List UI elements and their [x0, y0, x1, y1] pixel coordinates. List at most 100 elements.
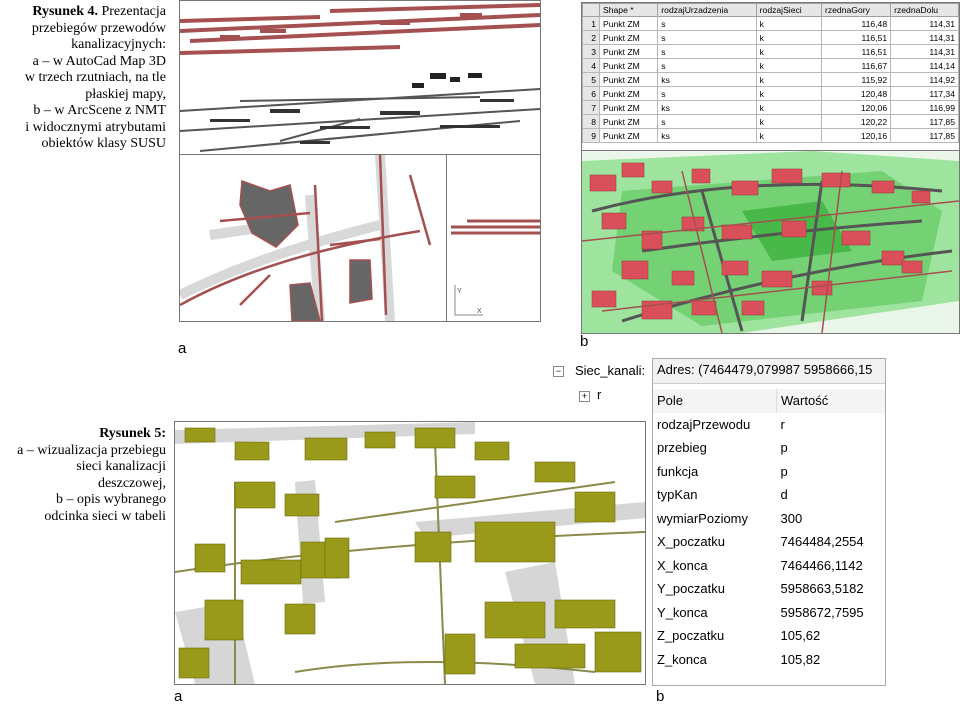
table-row[interactable]: 1 Punkt ZM s k 116,48 114,31	[582, 16, 959, 31]
figure4-caption-line: a – w AutoCad Map 3D	[32, 53, 166, 69]
column-header[interactable]: Pole	[653, 389, 777, 413]
table-row[interactable]: 7 Punkt ZM ks k 120,06 116,99	[582, 100, 959, 115]
table-cell: 114,92	[890, 72, 959, 87]
table-row[interactable]: funkcja p	[653, 460, 885, 484]
plan-map-view	[180, 155, 432, 321]
table-cell: 116,48	[820, 16, 892, 31]
field-name: Z_poczatku	[657, 628, 725, 644]
address-readout: Adres: (7464479,079987 5958666,15	[657, 362, 873, 377]
table-cell: Punkt ZM	[598, 30, 659, 45]
table-cell: s	[657, 86, 757, 101]
table-cell: Punkt ZM	[598, 44, 659, 59]
table-row[interactable]: 6 Punkt ZM s k 120,48 117,34	[582, 86, 959, 101]
table-row[interactable]: 5 Punkt ZM ks k 115,92 114,92	[582, 72, 959, 87]
figure5-sublabel-a: a	[174, 688, 183, 705]
field-value: 7464484,2554	[780, 534, 864, 550]
table-row[interactable]: Z_konca 105,82	[653, 648, 885, 672]
figure5-caption-line: odcinka sieci w tabeli	[44, 508, 166, 524]
properties-table: Pole Wartość rodzajPrzewodu r przebieg p f…	[653, 389, 885, 671]
table-cell: s	[657, 114, 757, 129]
table-cell: Punkt ZM	[598, 72, 659, 87]
table-row[interactable]: przebieg p	[653, 436, 885, 460]
table-row[interactable]: 8 Punkt ZM s k 120,22 117,85	[582, 114, 959, 129]
figure4-caption-line: płaskiej mapy,	[85, 86, 166, 102]
field-name: typKan	[657, 487, 698, 503]
table-cell: 114,31	[890, 44, 959, 59]
expand-icon[interactable]: +	[579, 391, 590, 402]
field-name: X_poczatku	[657, 534, 725, 550]
field-value: 105,82	[780, 651, 821, 667]
figure4-caption-line: przebiegów przewodów	[31, 20, 166, 36]
figure4-caption-line: Prezentacja	[101, 4, 166, 19]
table-row[interactable]: rodzajPrzewodu r	[653, 413, 885, 437]
table-cell: 116,51	[820, 44, 892, 59]
identify-tree-panel: − Siec_kanali: + r	[545, 360, 653, 420]
arcscene-3d-view	[581, 150, 960, 334]
column-header[interactable]: rzednaGory	[820, 3, 892, 17]
table-cell: 116,67	[820, 58, 892, 73]
figure4-caption-line: i widocznymi atrybutami	[25, 119, 166, 135]
figure4-caption-line: obiektów klasy SUSU	[41, 136, 166, 151]
table-cell: k	[755, 16, 822, 31]
table-row[interactable]: Y_konca 5958672,7595	[653, 601, 885, 625]
table-cell: k	[755, 58, 822, 73]
column-header[interactable]: rzednaDolu	[890, 3, 959, 17]
figure5-caption-line: sieci kanalizacji	[76, 459, 166, 474]
table-row[interactable]: X_poczatku 7464484,2554	[653, 530, 885, 554]
table-row[interactable]: Z_poczatku 105,62	[653, 624, 885, 648]
table-cell: 120,22	[820, 114, 892, 129]
perspective-map-view	[180, 3, 540, 152]
table-cell: ks	[657, 72, 757, 87]
field-value: p	[780, 440, 788, 456]
field-value: 7464466,1142	[780, 557, 863, 573]
table-row[interactable]: 4 Punkt ZM s k 116,67 114,14	[582, 58, 959, 73]
field-value: 5958672,7595	[780, 604, 864, 620]
tree-root-label[interactable]: Siec_kanali:	[575, 363, 645, 378]
table-cell: k	[755, 114, 822, 129]
column-header[interactable]: Wartość	[777, 389, 886, 413]
row-number: 3	[582, 44, 600, 59]
field-value: 300	[780, 510, 803, 526]
table-row[interactable]: X_konca 7464466,1142	[653, 554, 885, 578]
table-row[interactable]: 2 Punkt ZM s k 116,51 114,31	[582, 30, 959, 45]
row-number: 9	[582, 128, 600, 143]
table-cell: Punkt ZM	[598, 114, 659, 129]
tree-child-label[interactable]: r	[597, 387, 601, 402]
table-header-row: Shape * rodzajUrzadzenia rodzajSieci rze…	[582, 3, 959, 17]
table-cell: s	[657, 44, 757, 59]
table-row[interactable]: 3 Punkt ZM s k 116,51 114,31	[582, 44, 959, 59]
table-cell: Punkt ZM	[598, 16, 659, 31]
figure4-caption-label: Rysunek 4.	[32, 4, 98, 19]
table-cell: 120,16	[820, 128, 892, 143]
field-value: 5958663,5182	[780, 581, 864, 597]
table-cell: 114,31	[890, 30, 959, 45]
field-value: p	[780, 463, 788, 479]
column-header[interactable]: rodzajSieci	[755, 3, 822, 17]
address-bar: Adres: (7464479,079987 5958666,15	[653, 359, 885, 384]
collapse-icon[interactable]: −	[553, 366, 564, 377]
column-header[interactable]	[582, 3, 600, 17]
row-number: 1	[582, 16, 600, 31]
row-number: 4	[582, 58, 600, 73]
row-number: 5	[582, 72, 600, 87]
figure4-caption-line: b – w ArcScene z NMT	[33, 103, 166, 118]
column-header[interactable]: Shape *	[598, 3, 659, 17]
table-row[interactable]: wymiarPoziomy 300	[653, 507, 885, 531]
table-cell: 115,92	[820, 72, 892, 87]
table-row[interactable]: 9 Punkt ZM ks k 120,16 117,85	[582, 128, 959, 143]
table-row[interactable]: typKan d	[653, 483, 885, 507]
field-value: r	[780, 416, 785, 432]
table-row[interactable]: Y_poczatku 5958663,5182	[653, 577, 885, 601]
column-header[interactable]: rodzajUrzadzenia	[657, 3, 757, 17]
table-cell: k	[755, 72, 822, 87]
table-cell: k	[755, 128, 822, 143]
arcgis-attribute-table: Shape * rodzajUrzadzenia rodzajSieci rze…	[581, 2, 960, 152]
table-cell: 117,34	[890, 86, 959, 101]
figure5-sublabel-b: b	[656, 688, 665, 705]
axis-x-icon: X	[477, 308, 482, 315]
table-cell: 120,48	[820, 86, 892, 101]
field-name: Y_poczatku	[657, 581, 725, 597]
field-value: d	[780, 487, 788, 503]
figure4-caption-line: kanalizacyjnych:	[71, 37, 166, 52]
row-number: 8	[582, 114, 600, 129]
